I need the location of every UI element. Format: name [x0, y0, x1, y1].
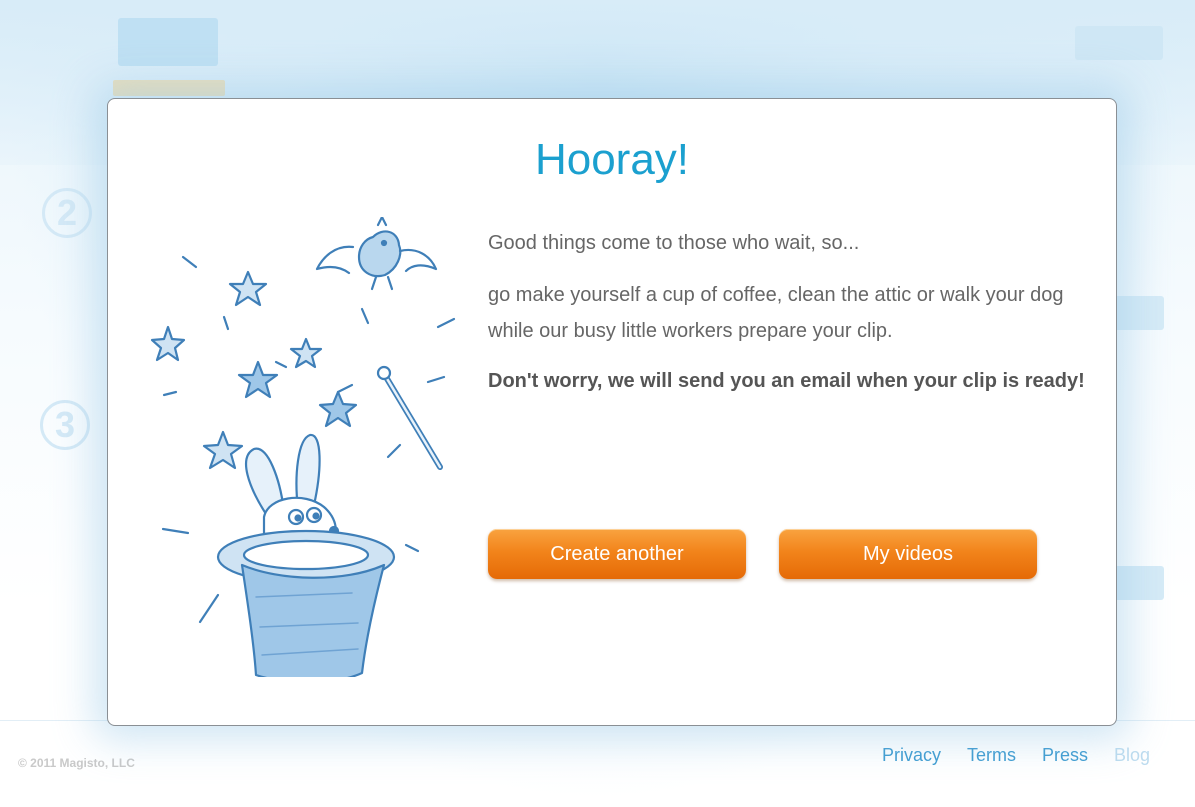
footer-links: Privacy Terms Press Blog — [882, 745, 1150, 766]
step-button — [1112, 296, 1164, 330]
footer-link-privacy[interactable]: Privacy — [882, 745, 941, 766]
footer-link-blog[interactable]: Blog — [1114, 745, 1150, 766]
modal-message: Good things come to those who wait, so..… — [488, 225, 1098, 415]
header-button — [1075, 26, 1163, 60]
step-number-3: 3 — [40, 400, 90, 450]
step-number-2: 2 — [42, 188, 92, 238]
footer-link-terms[interactable]: Terms — [967, 745, 1016, 766]
footer-link-press[interactable]: Press — [1042, 745, 1088, 766]
copyright-text: © 2011 Magisto, LLC — [18, 756, 135, 770]
message-line-2: go make yourself a cup of coffee, clean … — [488, 284, 1064, 342]
message-line-1: Good things come to those who wait, so..… — [488, 232, 860, 254]
header-tab — [118, 18, 218, 66]
header-tab-indicator — [113, 80, 225, 96]
step-button — [1112, 566, 1164, 600]
success-modal: Hooray! Good things come to those who wa… — [107, 98, 1117, 726]
magic-hat-bunny-illustration — [150, 217, 456, 677]
create-another-button[interactable]: Create another — [488, 529, 746, 579]
message-line-3: Don't worry, we will send you an email w… — [488, 370, 1085, 392]
my-videos-button[interactable]: My videos — [779, 529, 1037, 579]
modal-title: Hooray! — [534, 135, 690, 184]
